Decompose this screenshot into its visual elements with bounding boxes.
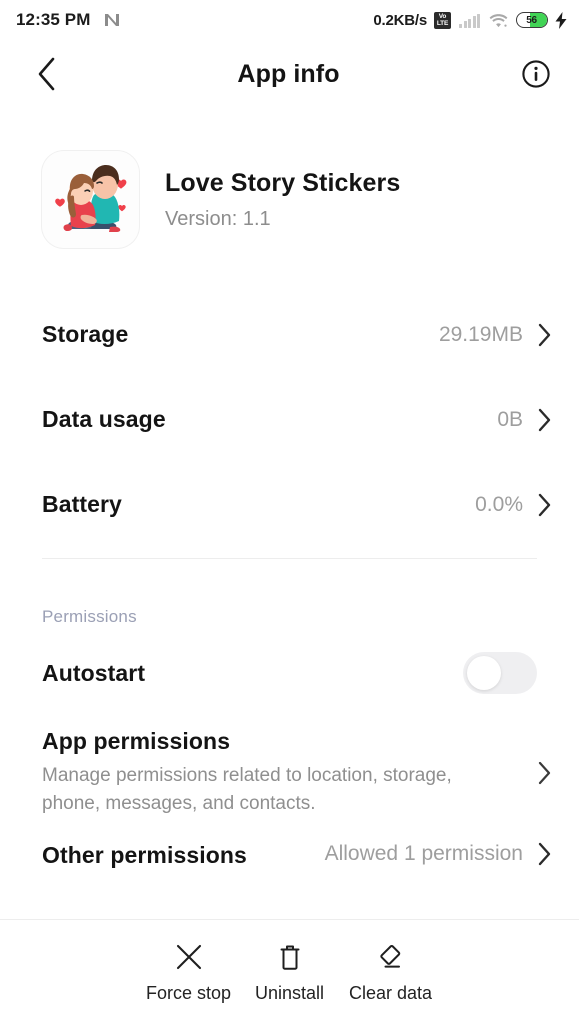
app-info-rows: Storage 29.19MB Data usage 0B Battery 0.…: [0, 292, 579, 547]
row-app-permissions-subtitle: Manage permissions related to location, …: [42, 765, 452, 814]
app-identity: Love Story Stickers Version: 1.1: [0, 108, 579, 248]
row-data-usage-value: 0B: [497, 407, 523, 431]
app-version: Version: 1.1: [165, 207, 271, 230]
wifi-icon: [489, 13, 508, 28]
battery-icon: 56: [516, 12, 548, 28]
row-autostart-label: Autostart: [42, 659, 146, 686]
status-bar-time: 12:35 PM: [16, 10, 91, 29]
permissions-section-title: Permissions: [42, 607, 137, 626]
app-name: Love Story Stickers: [165, 168, 401, 197]
force-stop-button[interactable]: Force stop: [138, 940, 239, 1004]
row-battery-label: Battery: [42, 491, 122, 517]
volte-icon: Vo LTE: [434, 11, 451, 29]
row-other-permissions-label: Other permissions: [42, 842, 247, 868]
uninstall-label: Uninstall: [254, 983, 325, 1003]
volte-top-label: Vo: [438, 13, 447, 20]
chevron-right-icon: [537, 842, 553, 866]
autostart-toggle-knob: [467, 656, 501, 690]
battery-level-label: 56: [526, 14, 537, 26]
chevron-right-icon: [537, 408, 553, 432]
bottom-action-bar: Force stop Uninstall Clear data: [0, 919, 579, 1024]
row-battery-value: 0.0%: [475, 492, 523, 516]
info-circle-icon[interactable]: [519, 57, 553, 91]
volte-bottom-label: LTE: [436, 20, 449, 27]
row-storage-value: 29.19MB: [438, 322, 523, 346]
clear-data-label: Clear data: [348, 983, 433, 1003]
force-stop-label: Force stop: [145, 983, 232, 1003]
status-bar-indicators: 0.2KB/s Vo LTE 56: [373, 11, 567, 29]
row-data-usage-label: Data usage: [42, 406, 166, 432]
row-storage-label: Storage: [42, 321, 129, 347]
trash-icon: [276, 940, 304, 974]
charging-bolt-icon: [555, 11, 567, 29]
close-x-icon: [174, 940, 204, 974]
eraser-icon: [376, 940, 406, 974]
signal-bars-icon: [459, 13, 480, 28]
row-app-permissions-text: App permissions Manage permissions relat…: [42, 728, 537, 818]
row-app-permissions[interactable]: App permissions Manage permissions relat…: [0, 714, 579, 832]
clear-data-button[interactable]: Clear data: [340, 940, 441, 1004]
row-other-permissions-value: Allowed 1 permission: [324, 842, 523, 865]
row-data-usage[interactable]: Data usage 0B: [0, 377, 579, 462]
uninstall-button[interactable]: Uninstall: [239, 940, 340, 1004]
chevron-right-icon: [537, 761, 553, 785]
autostart-toggle[interactable]: [463, 652, 537, 694]
chevron-right-icon: [537, 323, 553, 347]
row-storage[interactable]: Storage 29.19MB: [0, 292, 579, 377]
row-autostart[interactable]: Autostart: [0, 632, 579, 714]
nfc-n-icon: [103, 12, 121, 28]
row-app-permissions-title: App permissions: [42, 728, 231, 754]
app-bar: App info: [0, 40, 579, 108]
app-meta: Love Story Stickers Version: 1.1: [165, 169, 400, 231]
network-speed-label: 0.2KB/s: [373, 11, 427, 29]
love-story-stickers-app-icon: [42, 151, 139, 248]
chevron-right-icon: [537, 493, 553, 517]
status-bar: 12:35 PM 0.2KB/s Vo LTE 56: [0, 0, 579, 40]
page-title: App info: [237, 59, 340, 88]
row-battery[interactable]: Battery 0.0%: [0, 462, 579, 547]
row-other-permissions[interactable]: Other permissions Allowed 1 permission: [0, 832, 579, 896]
